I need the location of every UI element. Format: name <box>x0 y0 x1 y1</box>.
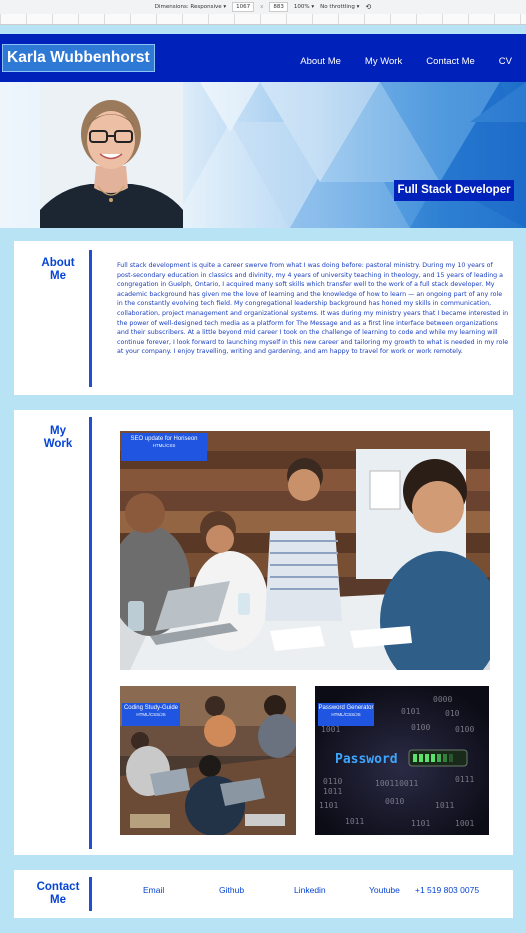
about-divider <box>89 250 92 387</box>
site-brand[interactable]: Karla Wubbenhorst <box>2 44 155 72</box>
contact-section: Contact Me Email Github Linkedin Youtube… <box>14 870 513 918</box>
svg-text:0000: 0000 <box>433 695 452 704</box>
svg-text:0101: 0101 <box>401 707 420 716</box>
project-label-password-generator: Password Generator HTML/CSS/JS <box>318 703 374 726</box>
project-tech-horiseon: HTML/CSS <box>152 443 176 448</box>
main-nav: About Me My Work Contact Me CV <box>300 56 512 67</box>
throttle-dropdown[interactable]: No throttling ▾ <box>320 4 359 10</box>
about-title-line1: About <box>41 257 75 269</box>
devtools-toolbar: Dimensions: Responsive ▾ 1067 x 883 100%… <box>0 0 526 15</box>
nav-contact-me[interactable]: Contact Me <box>426 56 475 67</box>
contact-title: Contact Me <box>28 881 88 907</box>
height-input[interactable]: 883 <box>269 2 288 12</box>
contact-divider <box>89 877 92 911</box>
project-tech-study-guide: HTML/CSS/JS <box>136 712 166 717</box>
work-title-line2: Work <box>43 438 73 450</box>
profile-photo <box>40 82 183 228</box>
project-image-horiseon <box>120 431 490 670</box>
contact-github-link[interactable]: Github <box>219 885 294 895</box>
contact-phone[interactable]: +1 519 803 0075 <box>415 885 479 895</box>
hero-tagline: Full Stack Developer <box>394 180 514 201</box>
nav-about-me[interactable]: About Me <box>300 56 341 67</box>
hero-banner <box>0 82 526 228</box>
contact-email-link[interactable]: Email <box>143 885 219 895</box>
svg-text:1011: 1011 <box>345 817 364 826</box>
svg-text:1101: 1101 <box>319 801 338 810</box>
project-title-horiseon: SEO update for Horiseon <box>130 436 198 442</box>
contact-title-line2: Me <box>50 894 66 906</box>
work-title-line1: My <box>50 425 66 437</box>
project-card-study-guide[interactable]: Coding Study-Guide HTML/CSS/JS <box>120 686 296 835</box>
svg-text:1011: 1011 <box>323 787 342 796</box>
work-divider <box>89 417 92 849</box>
svg-text:0111: 0111 <box>455 775 474 784</box>
project-tech-password-generator: HTML/CSS/JS <box>331 712 361 717</box>
rotate-icon[interactable]: ⟲ <box>365 3 371 11</box>
site-header: Karla Wubbenhorst About Me My Work Conta… <box>0 34 526 82</box>
contact-title-line1: Contact <box>36 881 80 893</box>
dimension-separator: x <box>260 4 264 10</box>
svg-text:0100: 0100 <box>455 725 474 734</box>
about-section: About Me Full stack development is quite… <box>14 241 513 395</box>
about-title-line2: Me <box>50 270 66 282</box>
zoom-dropdown[interactable]: 100% ▾ <box>294 4 314 10</box>
devtools-ruler <box>0 14 526 25</box>
project-title-study-guide: Coding Study-Guide <box>123 705 179 711</box>
svg-text:100110011: 100110011 <box>375 779 419 788</box>
svg-text:1101: 1101 <box>411 819 430 828</box>
svg-text:1001: 1001 <box>321 725 340 734</box>
nav-my-work[interactable]: My Work <box>365 56 402 67</box>
about-paragraph: Full stack development is quite a career… <box>117 262 509 356</box>
svg-text:0010: 0010 <box>385 797 404 806</box>
svg-text:0100: 0100 <box>411 723 430 732</box>
password-word: Password <box>335 752 398 767</box>
project-card-horiseon[interactable]: SEO update for Horiseon HTML/CSS <box>120 431 490 670</box>
svg-text:1001: 1001 <box>455 819 474 828</box>
project-title-password-generator: Password Generator <box>318 705 374 711</box>
project-card-password-generator[interactable]: 0000 0101 010 1001 0100 0100 0110 1011 1… <box>315 686 489 835</box>
svg-text:0110: 0110 <box>323 777 342 786</box>
contact-linkedin-link[interactable]: Linkedin <box>294 885 369 895</box>
nav-cv[interactable]: CV <box>499 56 512 67</box>
work-section: My Work SEO update for Horiseon HTML/CSS… <box>14 410 513 855</box>
svg-text:010: 010 <box>445 709 460 718</box>
project-label-horiseon: SEO update for Horiseon HTML/CSS <box>121 433 207 461</box>
project-label-study-guide: Coding Study-Guide HTML/CSS/JS <box>122 703 180 726</box>
contact-links: Email Github Linkedin Youtube +1 519 803… <box>143 885 479 895</box>
about-title: About Me <box>32 257 84 283</box>
dimensions-dropdown[interactable]: Dimensions: Responsive ▾ <box>155 4 226 10</box>
width-input[interactable]: 1067 <box>232 2 255 12</box>
work-title: My Work <box>32 425 84 451</box>
svg-text:1011: 1011 <box>435 801 454 810</box>
contact-youtube-link[interactable]: Youtube <box>369 885 415 895</box>
